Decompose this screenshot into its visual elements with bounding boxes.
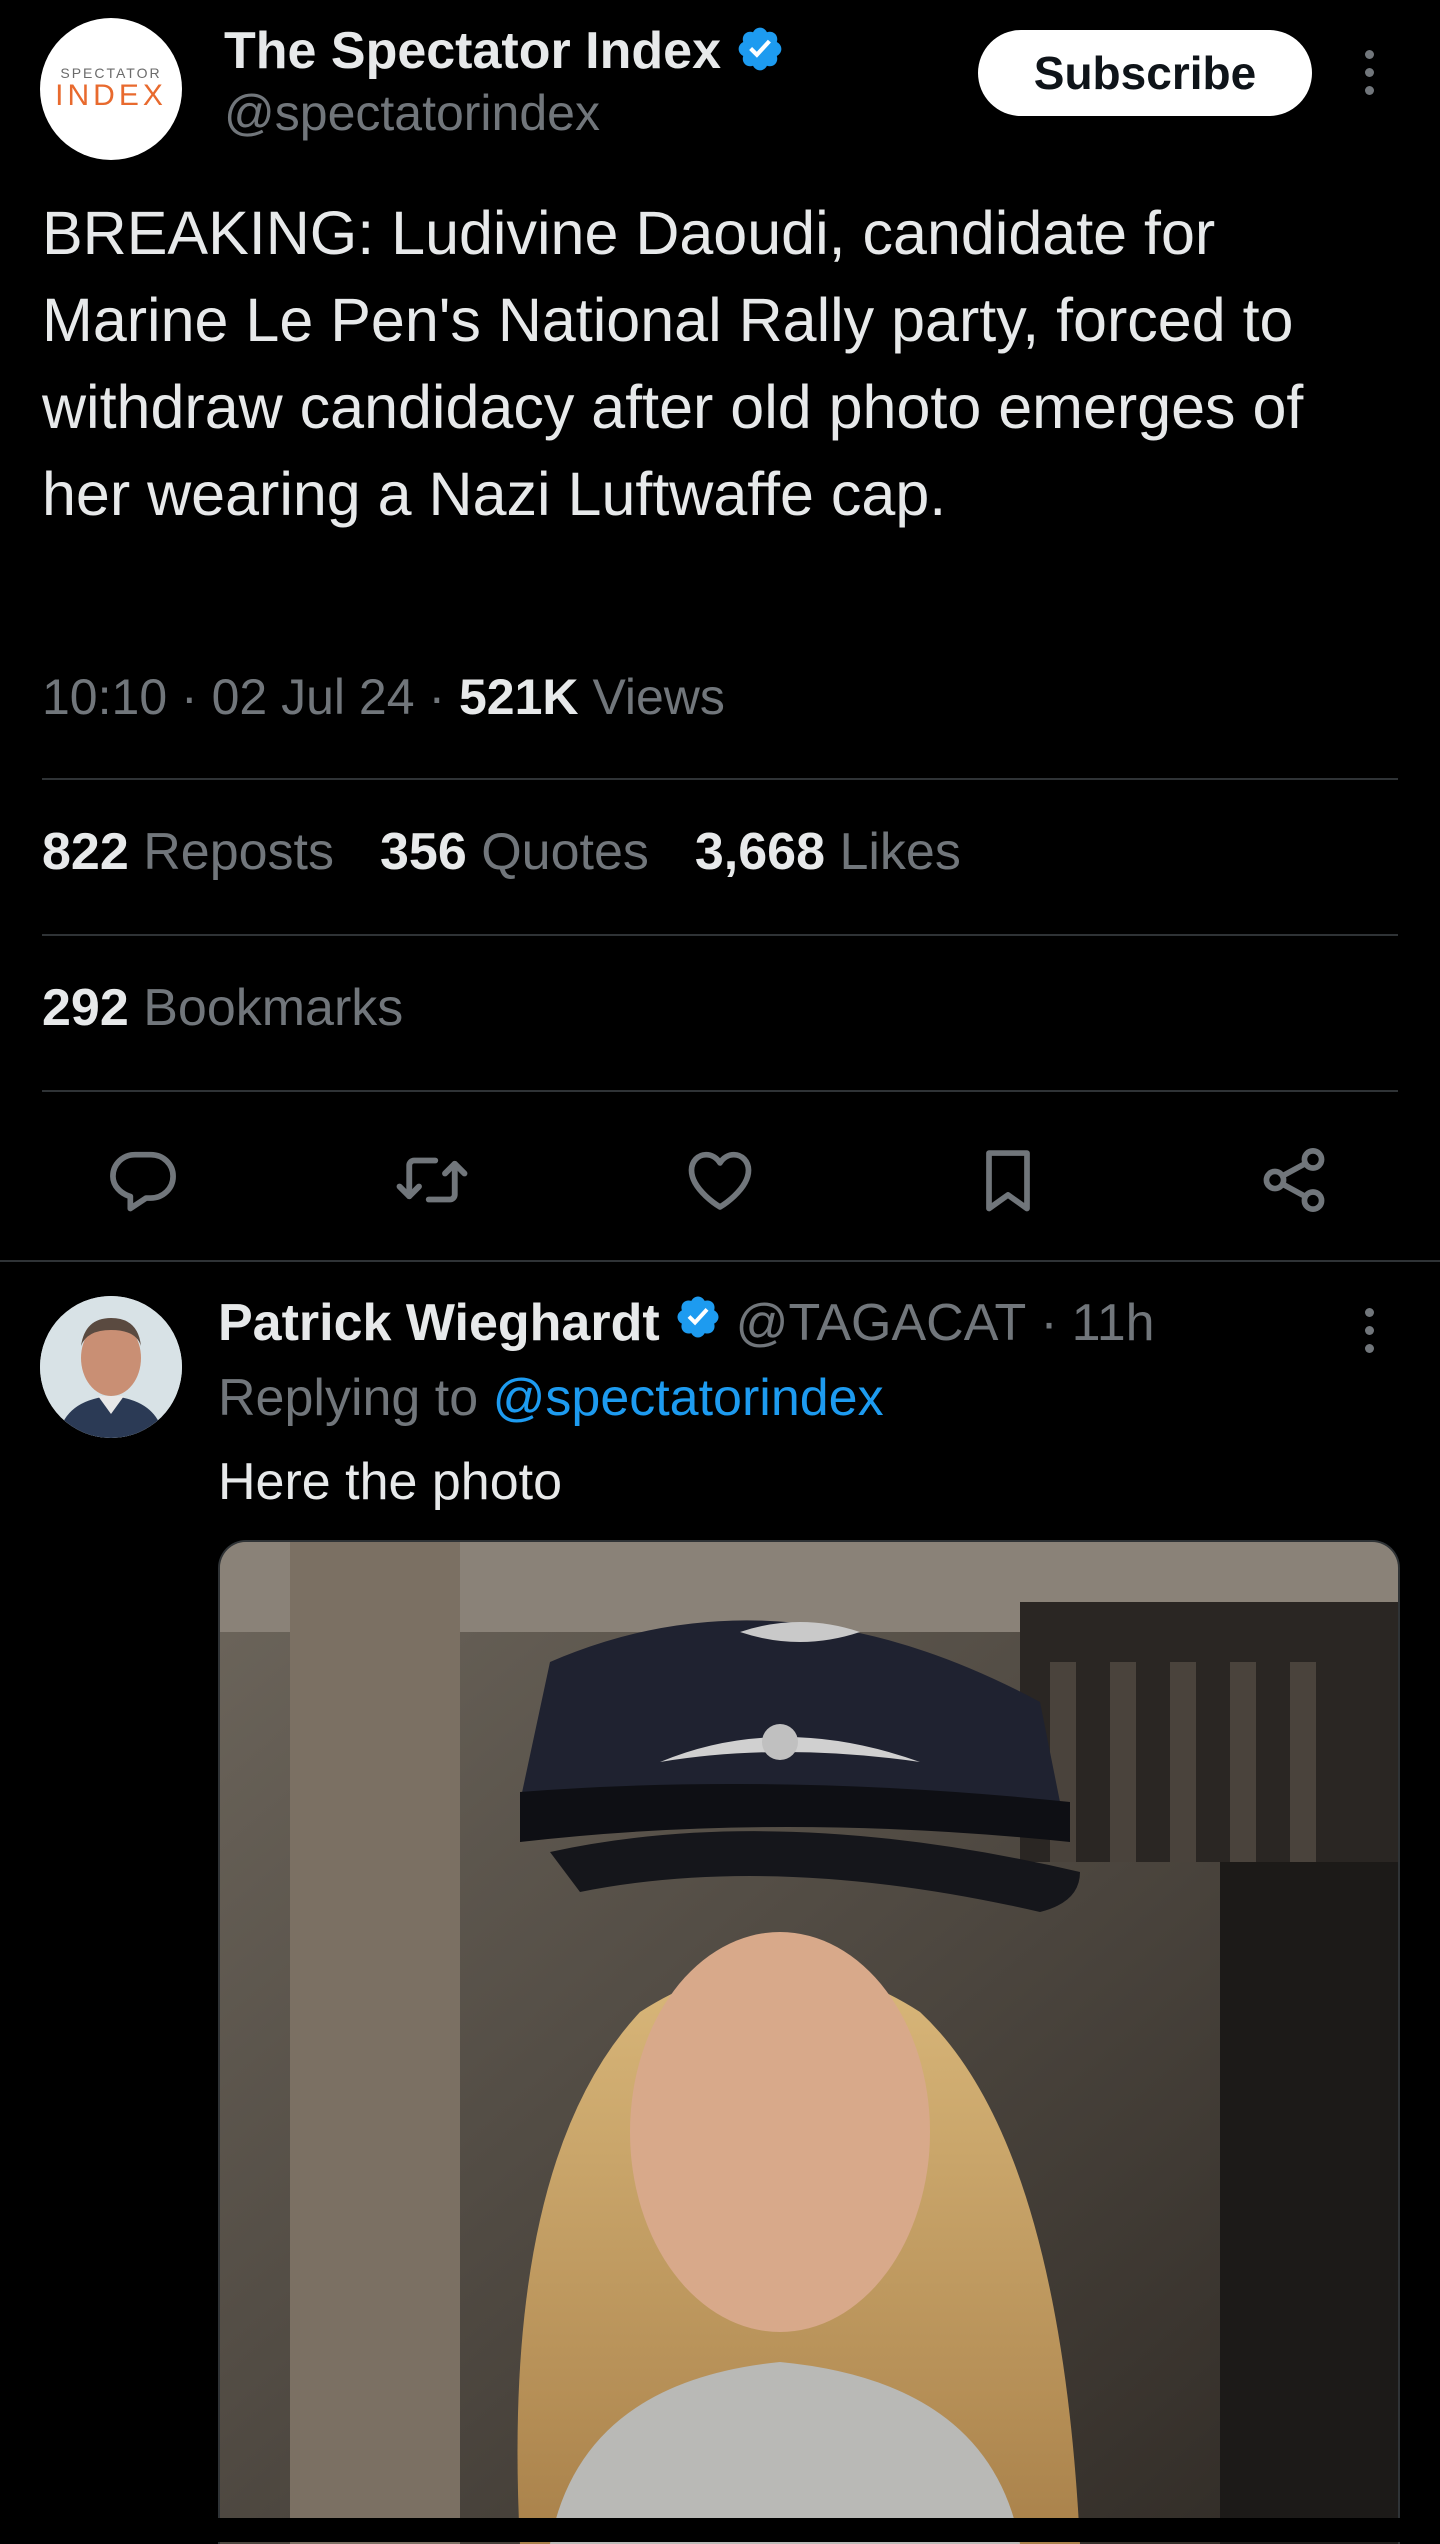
quotes-count: 356 bbox=[379, 823, 467, 881]
reply-text: Here the photo bbox=[218, 1453, 563, 1511]
views-count: 521K bbox=[459, 669, 579, 725]
bookmark-icon[interactable] bbox=[958, 1130, 1058, 1230]
tweet-meta: 10:10 · 02 Jul 24 · 521K Views bbox=[42, 668, 725, 726]
likes-label: Likes bbox=[839, 823, 961, 881]
reposts-stat[interactable]: 822 Reposts bbox=[42, 822, 334, 882]
reply-avatar[interactable] bbox=[40, 1296, 182, 1438]
views-label: Views bbox=[592, 669, 725, 725]
author-handle[interactable]: @spectatorindex bbox=[224, 84, 600, 142]
bookmarks-stat[interactable]: 292 Bookmarks bbox=[42, 978, 403, 1038]
subscribe-button[interactable]: Subscribe bbox=[978, 30, 1312, 116]
reply-more-options-icon[interactable] bbox=[1362, 1308, 1376, 1353]
logo-text-top: SPECTATOR bbox=[60, 65, 162, 82]
quotes-stat[interactable]: 356 Quotes bbox=[380, 822, 649, 882]
reposts-label: Reposts bbox=[143, 823, 334, 881]
verified-badge-icon bbox=[674, 1293, 722, 1354]
engagement-stats: 822 Reposts 356 Quotes 3,668 Likes bbox=[42, 822, 961, 882]
like-icon[interactable] bbox=[670, 1130, 770, 1230]
meta-separator: · bbox=[181, 669, 198, 725]
meta-separator: · bbox=[428, 669, 446, 725]
logo-text-bottom: INDEX bbox=[55, 79, 167, 113]
quotes-label: Quotes bbox=[481, 823, 649, 881]
tweet-time[interactable]: 10:10 bbox=[42, 669, 167, 725]
replying-prefix: Replying to bbox=[218, 1369, 479, 1427]
meta-separator: · bbox=[1040, 1294, 1058, 1352]
author-name[interactable]: The Spectator Index bbox=[224, 21, 721, 81]
reply-photo[interactable] bbox=[218, 1540, 1400, 2544]
replying-to: Replying to @spectatorindex bbox=[218, 1368, 884, 1428]
author-avatar[interactable]: SPECTATOR INDEX bbox=[40, 18, 182, 160]
action-bar bbox=[0, 1120, 1440, 1240]
bookmarks-label: Bookmarks bbox=[143, 979, 404, 1037]
tweet-separator bbox=[0, 1260, 1440, 1262]
bottom-edge bbox=[0, 2518, 1440, 2542]
divider bbox=[42, 934, 1398, 936]
reposts-count: 822 bbox=[42, 823, 129, 881]
reply-header: Patrick Wieghardt @TAGACAT · 11h bbox=[218, 1288, 1155, 1358]
reply-age[interactable]: 11h bbox=[1072, 1293, 1155, 1353]
tweet-text: BREAKING: Ludivine Daoudi, candidate for… bbox=[42, 199, 1304, 528]
author-name-row: The Spectator Index bbox=[224, 18, 785, 84]
divider bbox=[42, 778, 1398, 780]
reply-author-name[interactable]: Patrick Wieghardt bbox=[218, 1293, 660, 1353]
likes-count: 3,668 bbox=[694, 823, 825, 881]
tweet-date[interactable]: 02 Jul 24 bbox=[212, 669, 415, 725]
reply-author-handle[interactable]: @TAGACAT bbox=[736, 1293, 1027, 1353]
verified-badge-icon bbox=[735, 24, 785, 79]
repost-icon[interactable] bbox=[382, 1130, 482, 1230]
divider bbox=[42, 1090, 1398, 1092]
reply-icon[interactable] bbox=[93, 1130, 193, 1230]
replying-to-link[interactable]: @spectatorindex bbox=[493, 1369, 884, 1427]
share-icon[interactable] bbox=[1244, 1130, 1344, 1230]
likes-stat[interactable]: 3,668 Likes bbox=[695, 822, 961, 882]
more-options-icon[interactable] bbox=[1362, 50, 1376, 95]
bookmarks-count: 292 bbox=[42, 979, 129, 1037]
